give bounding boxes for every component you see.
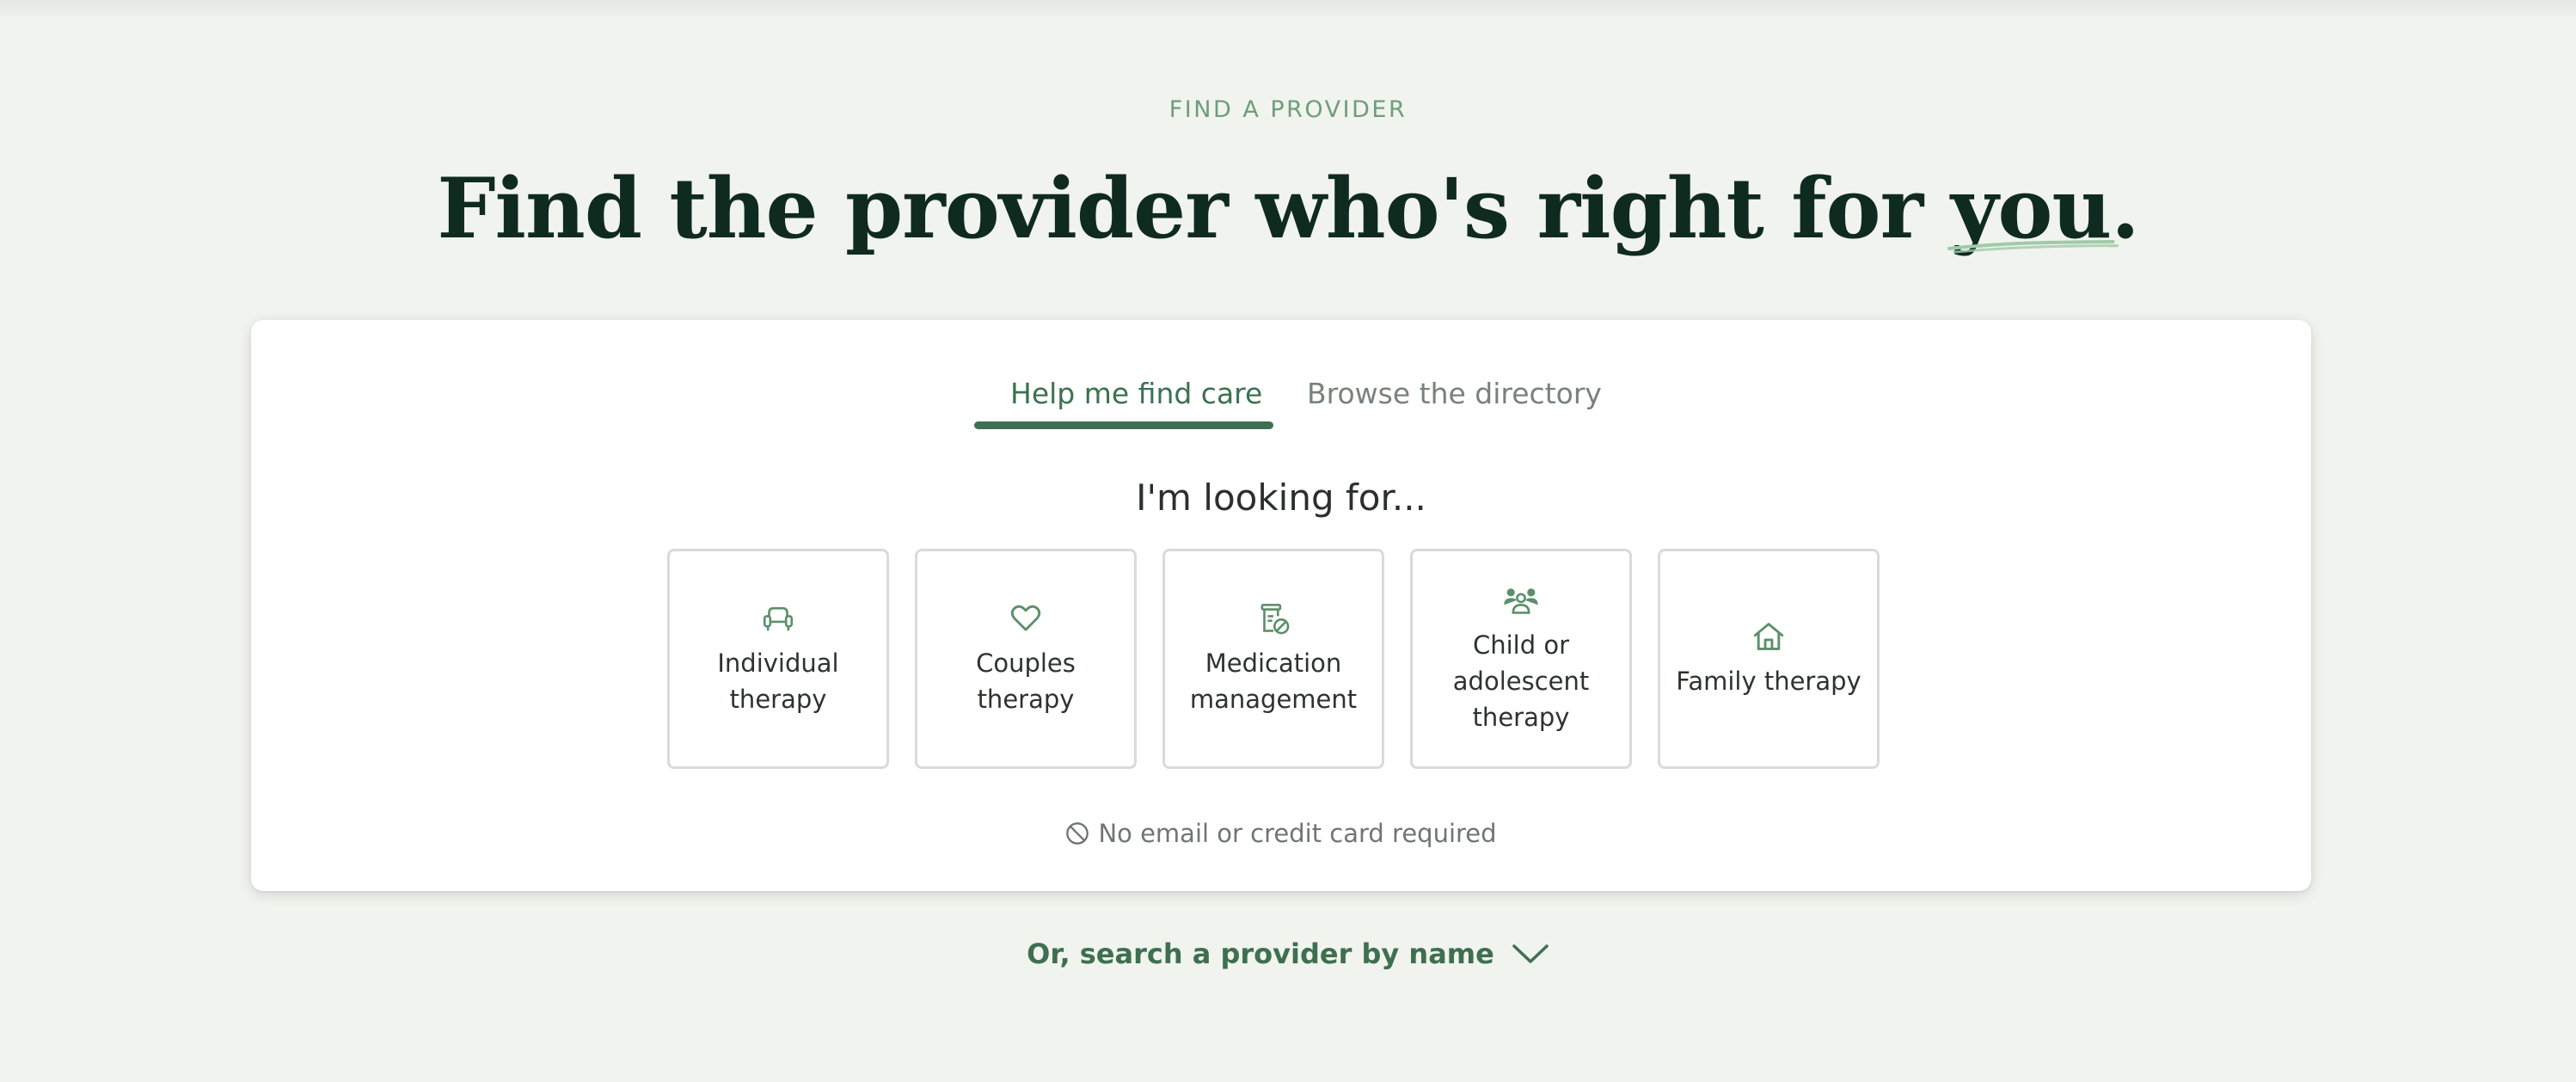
- section-eyebrow: FIND A PROVIDER: [1168, 96, 1408, 123]
- option-label: Medication management: [1189, 649, 1358, 714]
- page-headline: Find the provider who's right for you.: [0, 159, 2576, 259]
- prohibited-icon: [1066, 822, 1089, 845]
- headline-main: Find the provider who's right for: [437, 160, 1951, 257]
- care-options: Individual therapy Couples therapy Medic…: [667, 549, 1880, 769]
- search-by-name-link[interactable]: Or, search a provider by name: [0, 938, 2576, 970]
- tab-help-me-find-care[interactable]: Help me find care: [1010, 375, 1262, 413]
- option-individual-therapy[interactable]: Individual therapy: [667, 549, 889, 769]
- option-label: Individual therapy: [717, 649, 839, 714]
- option-medication-management[interactable]: Medication management: [1162, 549, 1384, 769]
- family-group-icon: [1504, 588, 1538, 614]
- tab-browse-directory[interactable]: Browse the directory: [1307, 375, 1602, 413]
- find-care-card: Help me find care Browse the directory I…: [251, 320, 2311, 891]
- house-icon: [1753, 623, 1784, 650]
- option-couples-therapy[interactable]: Couples therapy: [915, 549, 1137, 769]
- option-label: Family therapy: [1676, 667, 1861, 696]
- scribble-underline-icon: [1947, 240, 2119, 254]
- no-email-note: No email or credit card required: [251, 819, 2311, 848]
- active-tab-indicator: [974, 421, 1273, 429]
- armchair-icon: [763, 606, 794, 631]
- chevron-down-icon: [1512, 944, 1549, 963]
- option-label: Child or adolescent therapy: [1452, 630, 1590, 732]
- heart-icon: [1010, 605, 1041, 631]
- search-by-name-label: Or, search a provider by name: [1027, 938, 1494, 970]
- top-shadow: [0, 0, 2576, 19]
- headline-accent: you: [1947, 159, 2119, 259]
- pill-bottle-icon: [1260, 603, 1290, 635]
- option-family-therapy[interactable]: Family therapy: [1658, 549, 1880, 769]
- option-label: Couples therapy: [976, 649, 1076, 714]
- note-text: No email or credit card required: [1098, 819, 1497, 848]
- option-child-adolescent-therapy[interactable]: Child or adolescent therapy: [1410, 549, 1632, 769]
- looking-for-prompt: I'm looking for...: [1136, 476, 1426, 519]
